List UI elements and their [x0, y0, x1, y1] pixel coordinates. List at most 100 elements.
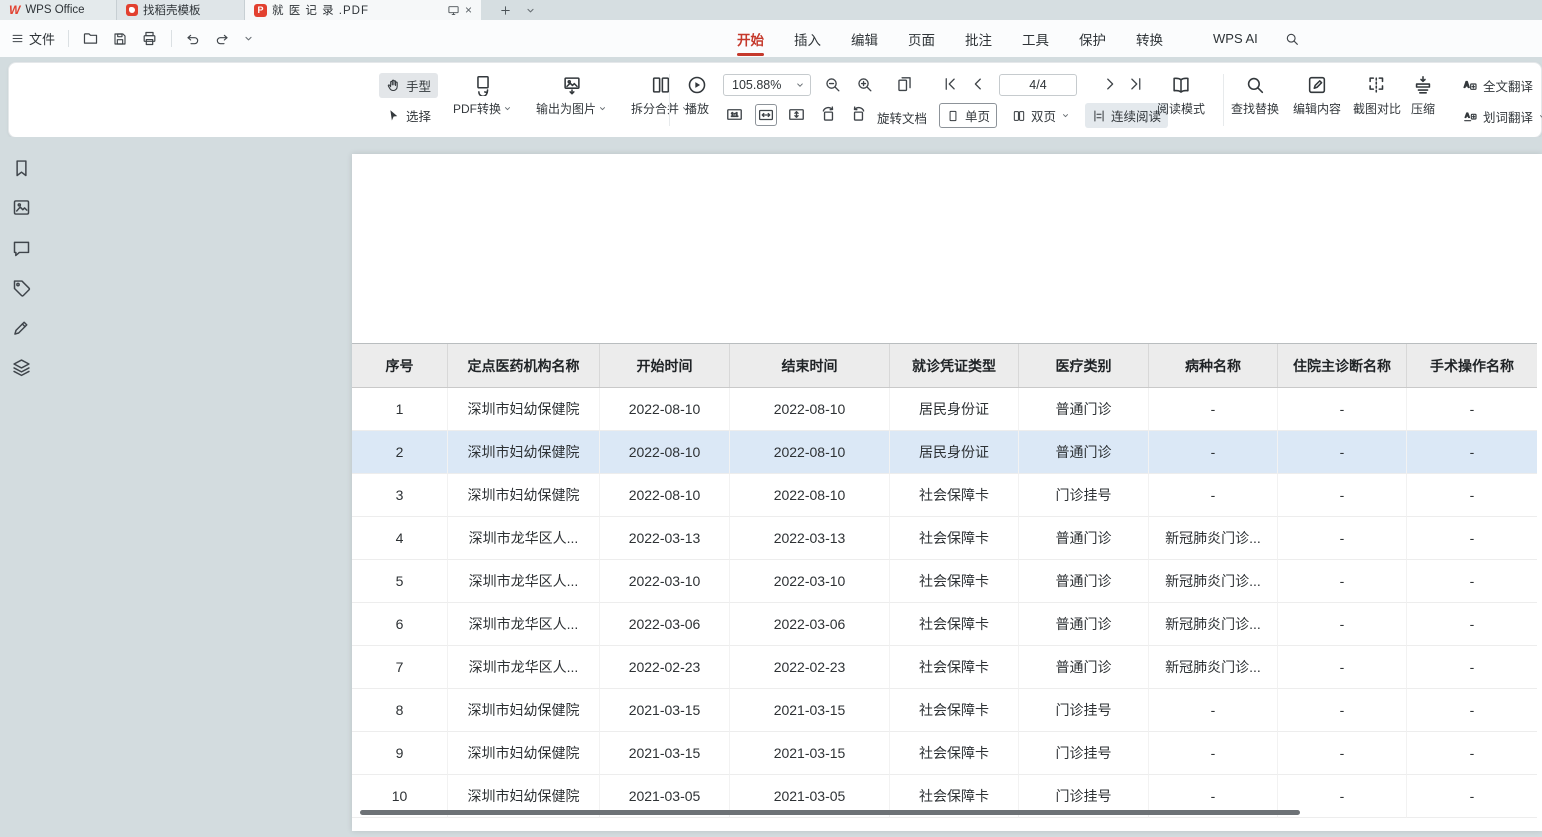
pdf-page[interactable]: 序号定点医药机构名称开始时间结束时间就诊凭证类型医疗类别病种名称住院主诊断名称手…	[352, 154, 1542, 831]
table-cell: -	[1278, 603, 1407, 646]
rotate-doc-label[interactable]: 旋转文档	[877, 108, 927, 127]
save-icon[interactable]	[112, 31, 128, 47]
edit-content-icon	[1306, 74, 1328, 96]
open-file-icon[interactable]	[82, 30, 99, 47]
bookmarks-panel-icon[interactable]	[11, 158, 32, 184]
pdf-convert-button[interactable]: PDF转换	[449, 70, 516, 121]
column-header: 开始时间	[600, 344, 730, 387]
annotate-pen-panel-icon[interactable]	[11, 317, 32, 343]
table-row[interactable]: 4深圳市龙华区人...2022-03-132022-03-13社会保障卡普通门诊…	[352, 517, 1537, 560]
wps-ai-button[interactable]: WPS AI	[1193, 31, 1258, 46]
word-translate-button[interactable]: 划词翻译	[1455, 104, 1542, 129]
compress-button[interactable]: 压缩	[1407, 70, 1439, 121]
undo-icon[interactable]	[185, 31, 201, 47]
tab-annotate[interactable]: 批注	[965, 20, 992, 57]
search-menu-icon[interactable]	[1284, 31, 1300, 47]
fit-page-icon[interactable]	[787, 105, 806, 124]
window-tab-bar: W WPS Office 找稻壳模板 P 就 医 记 录 .PDF ×	[0, 0, 1542, 20]
new-tab-button[interactable]	[495, 0, 515, 20]
pdf-convert-icon	[472, 74, 494, 96]
zoom-out-icon[interactable]	[823, 75, 842, 94]
tab-home[interactable]: 开始	[737, 20, 764, 57]
play-button[interactable]: 播放	[681, 70, 713, 121]
table-cell: 普通门诊	[1019, 431, 1149, 474]
edit-content-label: 编辑内容	[1293, 100, 1341, 117]
table-cell: 普通门诊	[1019, 646, 1149, 689]
table-cell: 门诊挂号	[1019, 689, 1149, 732]
table-header-row: 序号定点医药机构名称开始时间结束时间就诊凭证类型医疗类别病种名称住院主诊断名称手…	[352, 344, 1537, 388]
monitor-icon[interactable]	[447, 4, 460, 17]
ribbon-tabs: 开始 插入 编辑 页面 批注 工具 保护 转换 WPS AI	[737, 20, 1300, 57]
actual-size-icon[interactable]	[725, 105, 744, 124]
tab-insert[interactable]: 插入	[794, 20, 821, 57]
comments-panel-icon[interactable]	[11, 238, 32, 264]
tab-wps-office[interactable]: W WPS Office	[0, 0, 117, 20]
zoom-in-icon[interactable]	[855, 75, 874, 94]
full-text-translate-button[interactable]: 全文翻译	[1455, 73, 1542, 98]
table-cell: 社会保障卡	[890, 474, 1019, 517]
tab-wps-office-label: WPS Office	[25, 4, 84, 16]
double-page-button[interactable]: 双页	[1005, 103, 1077, 128]
table-row[interactable]: 5深圳市龙华区人...2022-03-102022-03-10社会保障卡普通门诊…	[352, 560, 1537, 603]
tab-protect[interactable]: 保护	[1079, 20, 1106, 57]
table-row[interactable]: 6深圳市龙华区人...2022-03-062022-03-06社会保障卡普通门诊…	[352, 603, 1537, 646]
single-page-label: 单页	[965, 106, 990, 125]
fit-width-icon[interactable]	[755, 104, 777, 126]
table-row[interactable]: 3深圳市妇幼保健院2022-08-102022-08-10社会保障卡门诊挂号--…	[352, 474, 1537, 517]
table-cell: 社会保障卡	[890, 646, 1019, 689]
next-page-icon[interactable]	[1101, 75, 1119, 93]
table-row[interactable]: 7深圳市龙华区人...2022-02-232022-02-23社会保障卡普通门诊…	[352, 646, 1537, 689]
table-cell: -	[1407, 388, 1537, 431]
history-chevron-icon[interactable]	[243, 33, 254, 44]
file-menu-button[interactable]: 文件	[10, 29, 55, 48]
table-cell: 社会保障卡	[890, 560, 1019, 603]
find-replace-button[interactable]: 查找替换	[1227, 70, 1283, 121]
table-cell: 2022-03-06	[730, 603, 890, 646]
first-page-icon[interactable]	[941, 75, 959, 93]
table-row[interactable]: 8深圳市妇幼保健院2021-03-152021-03-15社会保障卡门诊挂号--…	[352, 689, 1537, 732]
tab-edit[interactable]: 编辑	[851, 20, 878, 57]
select-tool-button[interactable]: 选择	[379, 103, 438, 128]
table-cell: 2022-08-10	[730, 431, 890, 474]
table-cell: 2022-08-10	[730, 474, 890, 517]
page-turn-mode-icon[interactable]	[895, 75, 914, 94]
tab-docer-templates[interactable]: 找稻壳模板	[117, 0, 245, 20]
table-row[interactable]: 1深圳市妇幼保健院2022-08-102022-08-10居民身份证普通门诊--…	[352, 388, 1537, 431]
screenshot-compare-button[interactable]: 截图对比	[1349, 70, 1405, 121]
tags-panel-icon[interactable]	[11, 278, 32, 304]
print-icon[interactable]	[141, 30, 158, 47]
thumbnails-panel-icon[interactable]	[11, 197, 32, 223]
tab-list-chevron-icon[interactable]	[521, 0, 539, 20]
table-cell: 2022-03-06	[600, 603, 730, 646]
rotate-right-icon[interactable]	[849, 105, 868, 124]
table-body: 1深圳市妇幼保健院2022-08-102022-08-10居民身份证普通门诊--…	[352, 388, 1537, 818]
read-mode-label: 阅读模式	[1157, 100, 1205, 117]
file-menu-label: 文件	[29, 29, 55, 48]
hand-tool-button[interactable]: 手型	[379, 73, 438, 98]
export-image-button[interactable]: 输出为图片	[532, 70, 611, 121]
previous-page-icon[interactable]	[969, 75, 987, 93]
table-row[interactable]: 9深圳市妇幼保健院2021-03-152021-03-15社会保障卡门诊挂号--…	[352, 732, 1537, 775]
table-cell: 深圳市妇幼保健院	[448, 689, 600, 732]
pdf-convert-label: PDF转换	[453, 100, 501, 117]
table-horizontal-scrollbar[interactable]	[360, 810, 1300, 815]
table-row[interactable]: 2深圳市妇幼保健院2022-08-102022-08-10居民身份证普通门诊--…	[352, 431, 1537, 474]
close-tab-icon[interactable]: ×	[465, 3, 472, 17]
table-cell: -	[1278, 517, 1407, 560]
table-cell: -	[1149, 732, 1278, 775]
edit-content-button[interactable]: 编辑内容	[1289, 70, 1345, 121]
table-cell: 2022-08-10	[730, 388, 890, 431]
column-header: 手术操作名称	[1407, 344, 1537, 387]
tab-convert[interactable]: 转换	[1136, 20, 1163, 57]
redo-icon[interactable]	[214, 31, 230, 47]
zoom-select[interactable]: 105.88%	[723, 74, 811, 96]
layers-panel-icon[interactable]	[11, 357, 32, 383]
page-number-input[interactable]	[999, 74, 1077, 96]
tab-page[interactable]: 页面	[908, 20, 935, 57]
tab-document[interactable]: P 就 医 记 录 .PDF ×	[245, 0, 481, 20]
tab-tools[interactable]: 工具	[1022, 20, 1049, 57]
last-page-icon[interactable]	[1127, 75, 1145, 93]
read-mode-button[interactable]: 阅读模式	[1153, 70, 1209, 121]
single-page-button[interactable]: 单页	[939, 103, 997, 128]
rotate-left-icon[interactable]	[819, 105, 838, 124]
